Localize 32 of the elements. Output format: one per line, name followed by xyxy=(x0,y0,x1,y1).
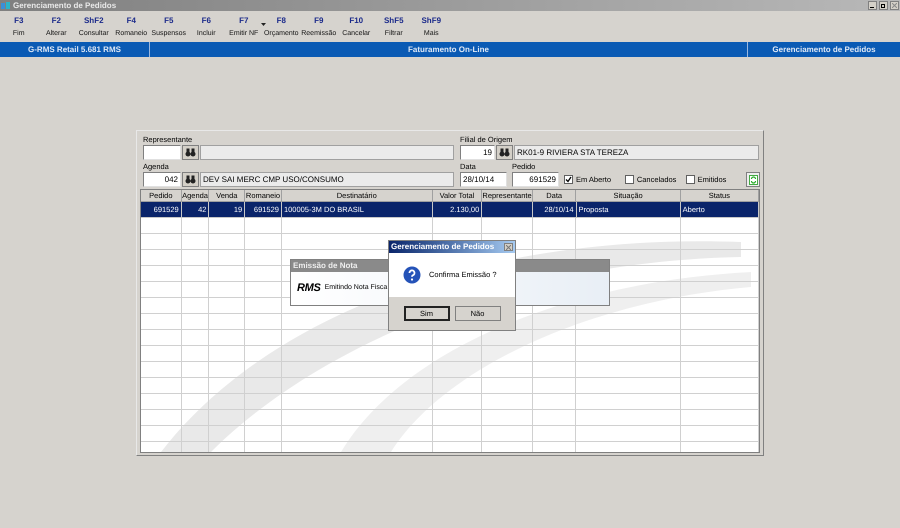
search-button[interactable] xyxy=(496,145,513,160)
checkbox[interactable] xyxy=(564,175,573,184)
banner-label: Gerenciamento de Pedidos xyxy=(771,44,877,56)
rms-logo: RMS xyxy=(297,283,321,294)
binoculars-icon xyxy=(499,148,510,157)
search-button[interactable] xyxy=(182,145,199,160)
input-field[interactable] xyxy=(143,145,181,160)
checkbox[interactable] xyxy=(624,175,634,184)
input-field[interactable]: 042 xyxy=(143,172,181,187)
banner-label: Faturamento On-Line xyxy=(150,42,748,57)
restore-icon[interactable] xyxy=(879,1,888,10)
app-icon xyxy=(1,1,11,10)
name-field: DEV SAI MERC CMP USO/CONSUMO xyxy=(200,172,454,187)
binoculars-icon xyxy=(185,175,196,184)
input-field[interactable]: 19 xyxy=(460,145,495,160)
dialog-title: Gerenciamento de Pedidos xyxy=(391,243,494,251)
minimize-icon[interactable] xyxy=(868,1,877,10)
search-button[interactable] xyxy=(182,172,199,187)
input-field[interactable]: 691529 xyxy=(512,172,559,187)
banner-label: G-RMS Retail 5.681 RMS xyxy=(0,42,150,57)
window-title: Gerenciamento de Pedidos xyxy=(13,2,116,10)
dropdown-arrow-icon[interactable] xyxy=(260,23,266,26)
dialog-title: Emissão de Nota xyxy=(293,262,358,270)
name-field: RK01-9 RIVIERA STA TEREZA xyxy=(514,145,759,160)
refresh-button[interactable] xyxy=(746,172,760,187)
refresh-icon xyxy=(748,174,758,184)
checkbox[interactable] xyxy=(686,175,695,184)
question-icon xyxy=(403,266,421,284)
binoculars-icon xyxy=(185,148,196,157)
close-button[interactable] xyxy=(504,243,513,251)
table-cell xyxy=(482,202,533,218)
input-field[interactable]: 28/10/14 xyxy=(460,172,507,187)
